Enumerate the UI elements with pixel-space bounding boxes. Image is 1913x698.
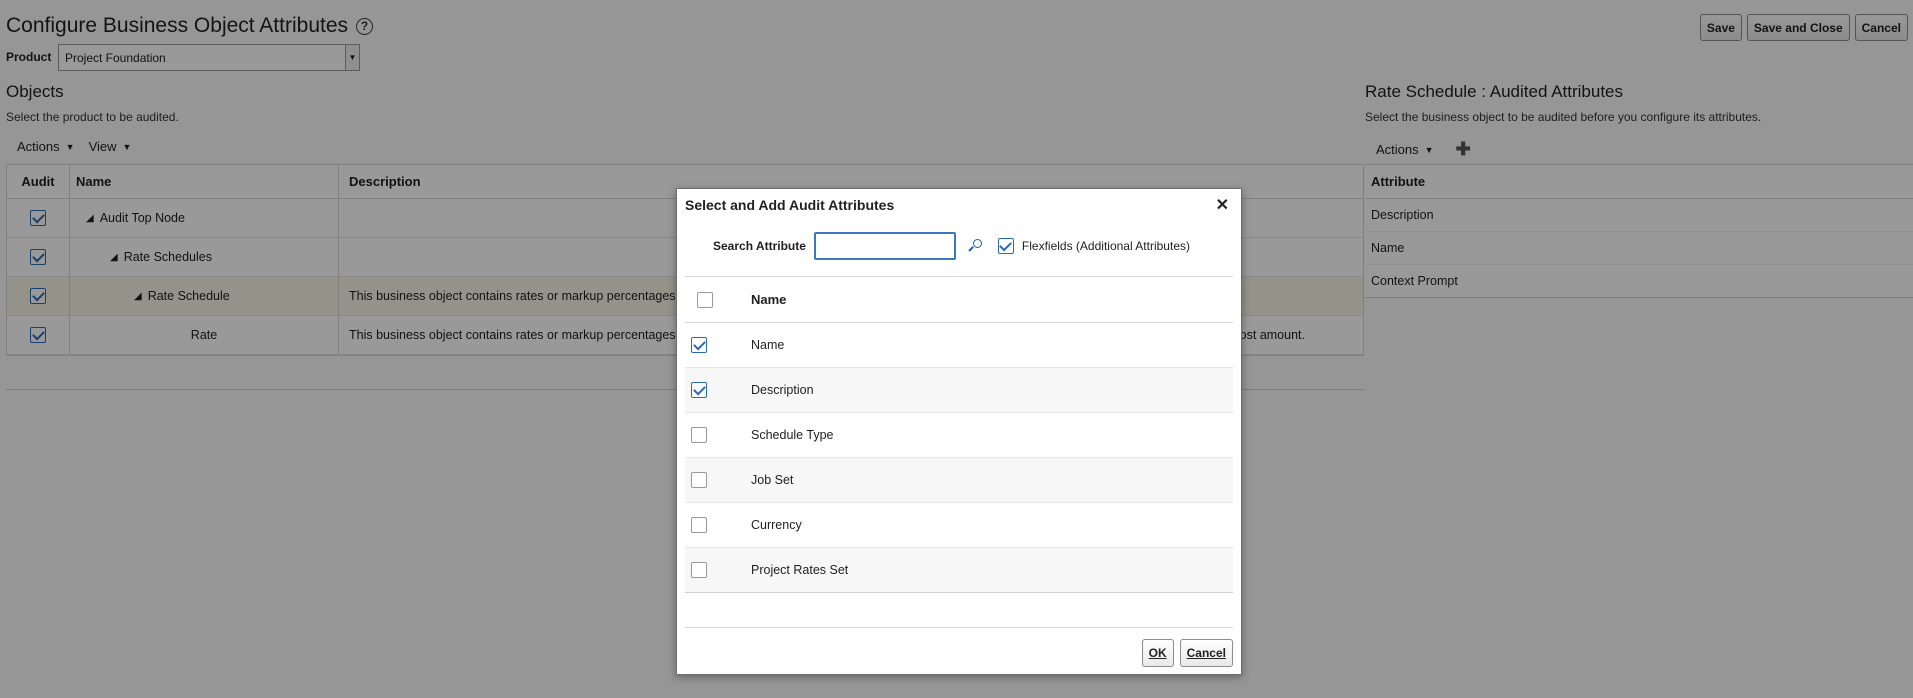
table-row[interactable]: Name — [685, 323, 1233, 368]
name-column-header[interactable]: Name — [751, 292, 786, 307]
search-attribute-label: Search Attribute — [713, 239, 806, 253]
row-checkbox[interactable] — [691, 382, 707, 398]
table-row[interactable]: Description — [685, 368, 1233, 413]
close-icon[interactable]: ✕ — [1216, 195, 1229, 215]
attributes-table: Name Name Description Schedule Type Job … — [685, 276, 1233, 593]
table-row[interactable]: Currency — [685, 503, 1233, 548]
row-checkbox[interactable] — [691, 562, 707, 578]
flexfields-toggle[interactable]: Flexfields (Additional Attributes) — [997, 238, 1190, 254]
table-row[interactable]: Project Rates Set — [685, 548, 1233, 593]
select-all-checkbox[interactable] — [697, 291, 713, 308]
ok-button[interactable]: OK — [1141, 639, 1174, 667]
checkbox-cell — [685, 337, 751, 353]
dialog-divider — [685, 627, 1233, 628]
row-name: Currency — [751, 518, 802, 532]
checkbox-cell — [685, 562, 751, 578]
row-name: Description — [751, 383, 814, 397]
dialog-title: Select and Add Audit Attributes — [685, 197, 895, 213]
select-all-cell — [685, 291, 751, 308]
row-checkbox[interactable] — [691, 472, 707, 488]
search-attribute-input[interactable] — [813, 232, 956, 260]
row-name: Project Rates Set — [751, 563, 849, 577]
row-checkbox[interactable] — [691, 427, 707, 443]
row-checkbox[interactable] — [691, 337, 707, 353]
checkbox-cell — [685, 517, 751, 533]
flexfields-label: Flexfields (Additional Attributes) — [1021, 239, 1190, 253]
search-icon[interactable] — [968, 239, 982, 253]
row-name: Schedule Type — [751, 428, 834, 442]
table-row[interactable]: Schedule Type — [685, 413, 1233, 458]
row-name: Name — [751, 338, 785, 352]
checkbox-cell — [685, 472, 751, 488]
row-name: Job Set — [751, 473, 794, 487]
row-checkbox[interactable] — [691, 517, 707, 533]
checkbox-cell — [685, 427, 751, 443]
checkbox-cell — [685, 382, 751, 398]
dialog-button-bar: OK Cancel — [1141, 639, 1233, 667]
search-row: Search Attribute Flexfields (Additional … — [713, 232, 1190, 260]
table-row[interactable]: Job Set — [685, 458, 1233, 503]
dialog-cancel-button[interactable]: Cancel — [1179, 639, 1233, 667]
add-audit-attributes-dialog: Select and Add Audit Attributes ✕ Search… — [676, 188, 1242, 675]
attributes-table-header: Name — [685, 277, 1233, 323]
flexfields-checkbox[interactable] — [997, 238, 1014, 254]
